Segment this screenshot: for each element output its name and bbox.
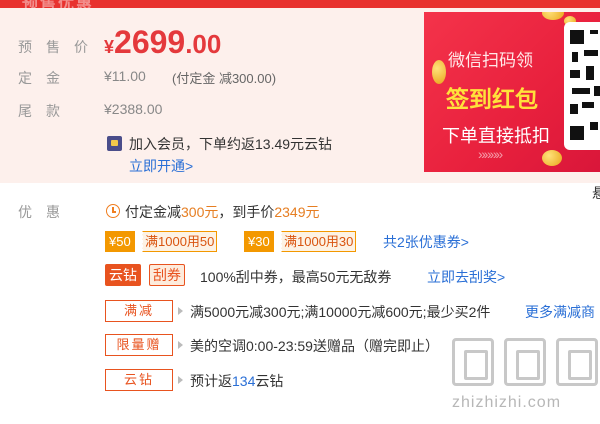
coin-icon bbox=[542, 12, 564, 20]
promo-line-3: 下单直接抵扣 bbox=[442, 126, 550, 146]
coin-icon bbox=[432, 60, 446, 84]
price-integer: 2699 bbox=[114, 24, 186, 60]
limited-gift-text: 美的空调0:00-23:59送赠品（赠完即止） bbox=[190, 338, 439, 354]
watermark-logo-icon bbox=[556, 338, 598, 386]
coin-icon bbox=[542, 150, 562, 166]
open-membership-link[interactable]: 立即开通> bbox=[129, 156, 193, 176]
crown-icon bbox=[107, 136, 122, 151]
promo-arrows-icon: »»»» bbox=[478, 146, 503, 162]
chevron-right-icon bbox=[178, 307, 183, 315]
presale-price: ¥2699.00 bbox=[104, 24, 221, 61]
chevron-right-icon bbox=[178, 341, 183, 349]
all-coupons-link[interactable]: 共2张优惠券> bbox=[383, 232, 469, 252]
cloud-diamond-reward-text: 预计返134云钻 bbox=[190, 371, 283, 391]
price-decimal: .00 bbox=[185, 29, 222, 59]
deposit-value: ¥11.00 bbox=[104, 68, 146, 84]
deposit-note: (付定金 减300.00) bbox=[172, 71, 277, 86]
deposit-offer-final-price: 2349元 bbox=[274, 204, 320, 220]
scratch-now-link[interactable]: 立即去刮奖> bbox=[427, 267, 505, 287]
scratch-coupon-text: 100%刮中券，最高50元无敌券 bbox=[200, 269, 392, 285]
coupon-condition[interactable]: 满1000用50 bbox=[142, 231, 218, 252]
deposit-offer-mid: ，到手价 bbox=[218, 204, 275, 220]
final-payment-value: ¥2388.00 bbox=[104, 101, 163, 117]
header-strip: 预售优惠 bbox=[0, 0, 600, 13]
clock-icon bbox=[106, 204, 120, 218]
full-reduction-tag: 满减 bbox=[105, 300, 173, 322]
deposit-offer-prefix: 付定金减 bbox=[125, 204, 181, 220]
member-rebate-text: 加入会员，下单约返13.49元云钻 bbox=[129, 136, 333, 152]
qr-code-icon bbox=[564, 22, 600, 150]
reward-prefix: 预计返 bbox=[190, 373, 232, 389]
watermark-logo-icon bbox=[504, 338, 546, 386]
edge-cropped-text: 悬 bbox=[592, 185, 600, 201]
promo-line-2: 签到红包 bbox=[446, 86, 538, 112]
cloud-diamond-tag: 云钻 bbox=[105, 264, 141, 286]
more-full-reduction-link[interactable]: 更多满减商 bbox=[525, 302, 595, 322]
site-watermark: zhizhizhi.com bbox=[452, 338, 600, 424]
price-currency: ¥ bbox=[104, 37, 115, 57]
price-label: 预售价 bbox=[18, 39, 102, 55]
deposit-offer-amount: 300元 bbox=[181, 204, 219, 220]
promo-line-1: 微信扫码领 bbox=[448, 51, 533, 70]
reward-amount: 134 bbox=[232, 373, 256, 389]
coupon-value[interactable]: ¥30 bbox=[244, 231, 274, 252]
scratch-coupon-tag: 刮券 bbox=[149, 264, 185, 286]
promotions-label: 优惠 bbox=[18, 204, 74, 220]
final-payment-label: 尾款 bbox=[18, 103, 74, 119]
deposit-offer-text: 付定金减300元，到手价2349元 bbox=[125, 202, 320, 222]
limited-gift-tag: 限量赠 bbox=[105, 334, 173, 356]
cloud-diamond-reward-tag: 云钻 bbox=[105, 369, 173, 391]
deposit-label: 定金 bbox=[18, 70, 74, 86]
coupon-value[interactable]: ¥50 bbox=[105, 231, 135, 252]
chevron-right-icon bbox=[178, 376, 183, 384]
reward-suffix: 云钻 bbox=[255, 373, 284, 389]
watermark-text: zhizhizhi.com bbox=[452, 394, 562, 411]
watermark-logo-icon bbox=[452, 338, 494, 386]
coupon-condition[interactable]: 满1000用30 bbox=[281, 231, 357, 252]
wechat-promo-banner[interactable]: 微信扫码领 签到红包 下单直接抵扣 »»»» bbox=[424, 12, 600, 172]
full-reduction-text: 满5000元减300元;满10000元减600元;最少买2件 bbox=[190, 304, 491, 320]
